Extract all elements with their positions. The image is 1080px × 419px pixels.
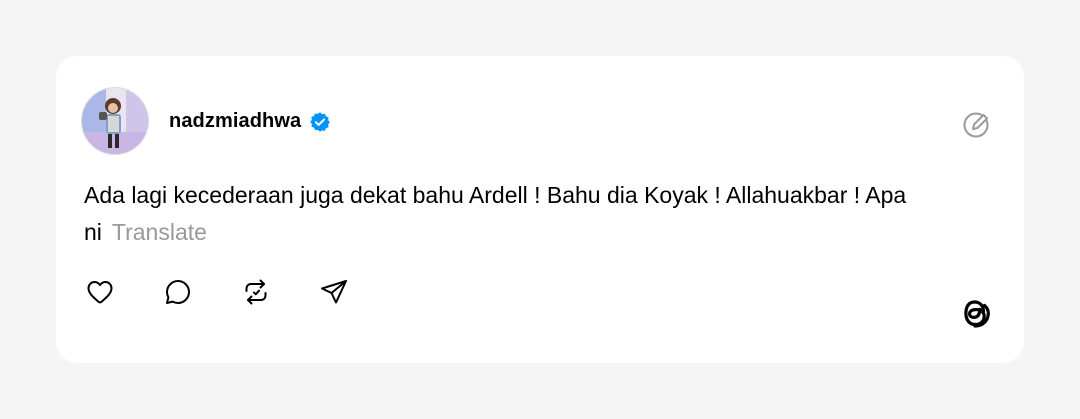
comment-icon[interactable] (162, 276, 194, 308)
user-avatar[interactable] (82, 88, 148, 154)
send-icon[interactable] (318, 276, 350, 308)
threads-logo[interactable] (954, 292, 996, 334)
edit-icon[interactable] (961, 108, 993, 140)
post-header: nadzmiadhwa (169, 110, 331, 133)
heart-icon[interactable] (84, 276, 116, 308)
repost-icon[interactable] (240, 276, 272, 308)
translate-link[interactable]: Translate (112, 219, 207, 245)
verified-badge-icon (309, 111, 331, 133)
post-actions (84, 276, 350, 308)
post-body: Ada lagi kecederaan juga dekat bahu Arde… (84, 182, 907, 245)
username[interactable]: nadzmiadhwa (169, 110, 301, 133)
post-card: nadzmiadhwa Ada lagi kecederaan juga dek… (56, 56, 1024, 363)
post-text: Ada lagi kecederaan juga dekat bahu Arde… (84, 177, 984, 251)
